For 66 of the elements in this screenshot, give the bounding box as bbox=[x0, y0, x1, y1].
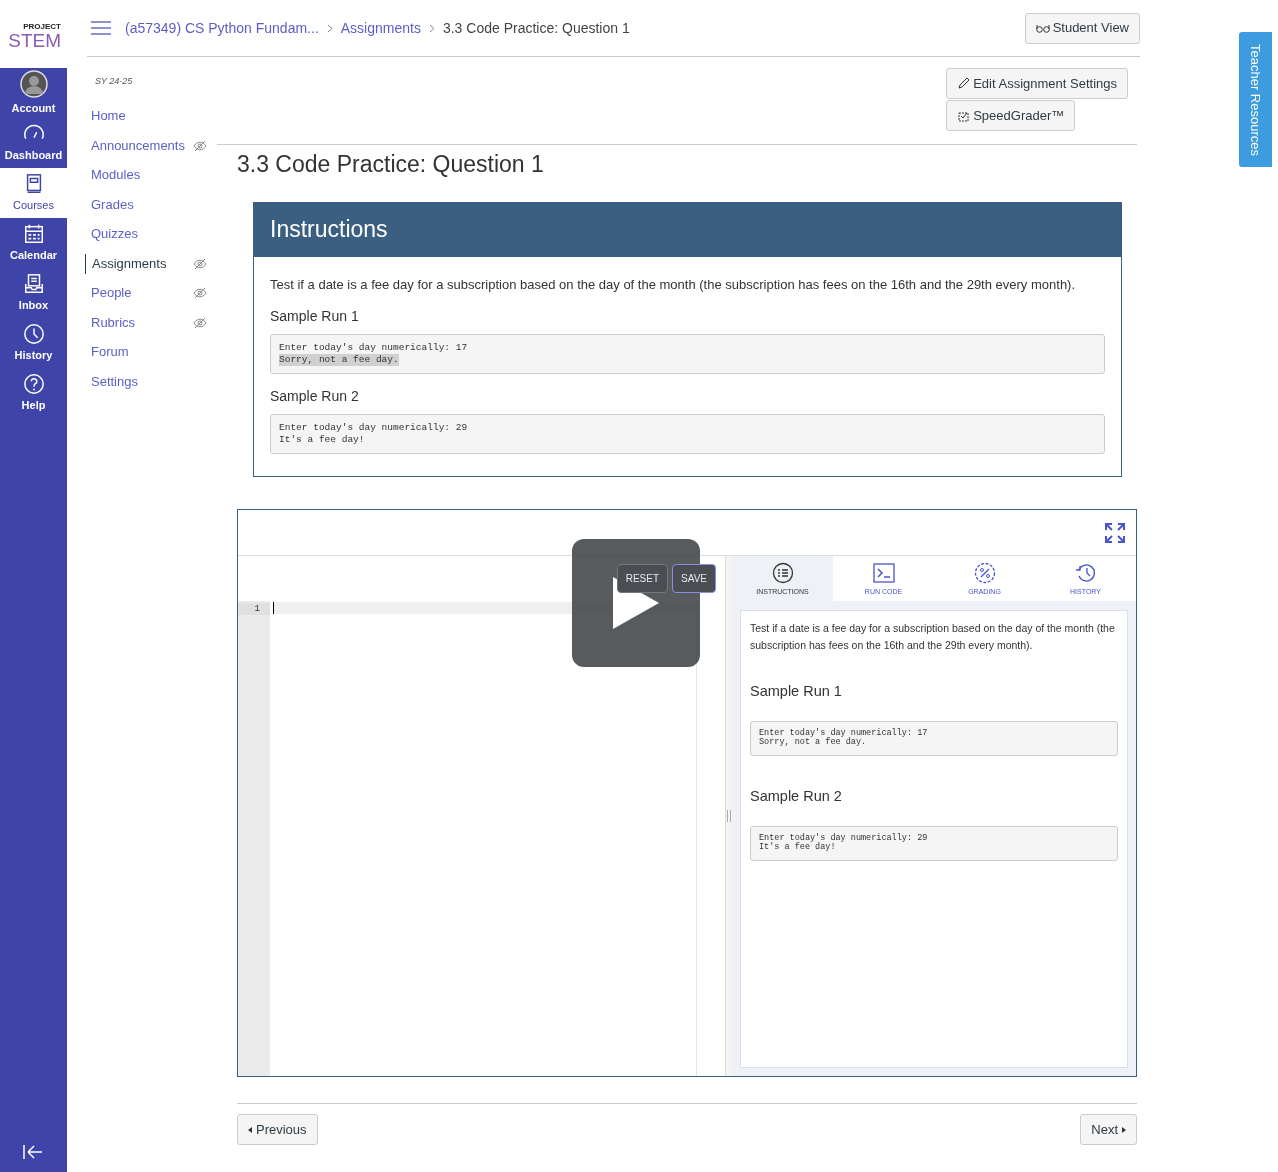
instructions-heading: Instructions bbox=[254, 202, 1121, 257]
course-nav-link[interactable]: Home bbox=[85, 106, 126, 127]
chevron-icon bbox=[428, 23, 435, 33]
terminal-icon bbox=[872, 562, 895, 584]
breadcrumb-link[interactable]: Assignments bbox=[340, 17, 421, 39]
percent-badge-icon bbox=[973, 562, 996, 584]
caret-right-icon bbox=[1122, 1126, 1126, 1133]
chevron-icon bbox=[326, 23, 333, 33]
output-line: It's a fee day! bbox=[759, 843, 836, 853]
clock-icon bbox=[22, 322, 45, 345]
sample-run-heading: Sample Run 1 bbox=[270, 307, 360, 326]
student-view-button[interactable]: Student View bbox=[1024, 12, 1140, 44]
output-line: Enter today's day numerically: 17 bbox=[279, 342, 468, 354]
history-icon bbox=[1074, 562, 1097, 584]
pencil-icon bbox=[957, 77, 971, 90]
course-nav-link[interactable]: Rubrics bbox=[85, 312, 136, 333]
course-nav-link[interactable]: Forum bbox=[85, 342, 129, 363]
resize-handle[interactable] bbox=[727, 810, 731, 822]
glasses-icon bbox=[1035, 23, 1050, 33]
reset-button[interactable]: RESET bbox=[616, 564, 669, 593]
output-line: It's a fee day! bbox=[279, 434, 365, 446]
edit-settings-button[interactable]: Edit Assignment Settings bbox=[946, 68, 1128, 99]
logo-text: PROJECT bbox=[23, 22, 61, 31]
checklist-icon bbox=[771, 562, 794, 584]
nav-item[interactable]: History bbox=[0, 318, 67, 368]
instructions-text: Test if a date is a fee day for a subscription based on the day of the month (the subscription has fees on the 16th and the 29th every month). bbox=[270, 275, 1077, 294]
course-nav-link[interactable]: Settings bbox=[85, 371, 138, 392]
grader-icon bbox=[957, 109, 971, 122]
calendar-icon bbox=[22, 222, 45, 245]
output-line: Sorry, not a fee day. bbox=[759, 738, 867, 748]
save-button[interactable]: SAVE bbox=[672, 564, 716, 593]
menu-icon[interactable] bbox=[91, 20, 111, 36]
logo-text: STEM bbox=[8, 30, 61, 50]
output-line: Enter today's day numerically: 29 bbox=[759, 833, 928, 843]
previous-button[interactable]: Previous bbox=[237, 1114, 318, 1145]
sample-run-heading: Sample Run 1 bbox=[750, 682, 843, 701]
speedgrader-button[interactable]: SpeedGrader™ bbox=[946, 100, 1076, 131]
page-title: 3.3 Code Practice: Question 1 bbox=[237, 150, 545, 179]
course-nav-link[interactable]: Grades bbox=[85, 194, 134, 215]
output-line: Enter today's day numerically: 29 bbox=[279, 422, 468, 434]
instructions-text: Test if a date is a fee day for a subscription based on the day of the month (the subscription has fees on the 16th and the 29th every month). bbox=[750, 621, 1116, 653]
nav-item[interactable]: Account bbox=[0, 68, 67, 118]
course-nav-link[interactable]: People bbox=[85, 283, 132, 304]
line-number: 1 bbox=[238, 603, 270, 615]
help-icon bbox=[22, 372, 45, 395]
nav-item[interactable]: Dashboard bbox=[0, 118, 67, 168]
avatar-icon bbox=[19, 69, 48, 98]
expand-icon[interactable] bbox=[1104, 521, 1126, 544]
caret-left-icon bbox=[248, 1126, 252, 1133]
next-button[interactable]: Next bbox=[1080, 1114, 1137, 1145]
breadcrumb-link[interactable]: (a57349) CS Python Fundam... bbox=[125, 17, 319, 39]
collapse-nav-icon[interactable] bbox=[23, 1144, 43, 1160]
sample-run-heading: Sample Run 2 bbox=[270, 387, 360, 406]
nav-item[interactable]: Inbox bbox=[0, 268, 67, 318]
course-nav-link[interactable]: Announcements bbox=[85, 135, 185, 156]
nav-item[interactable]: Calendar bbox=[0, 218, 67, 268]
output-line: Enter today's day numerically: 17 bbox=[759, 728, 928, 738]
term-label: SY 24-25 bbox=[95, 75, 134, 88]
course-nav-link[interactable]: Modules bbox=[85, 165, 141, 186]
breadcrumb-current: 3.3 Code Practice: Question 1 bbox=[442, 18, 630, 38]
inbox-icon bbox=[22, 272, 45, 295]
nav-item[interactable]: Courses bbox=[0, 168, 67, 218]
course-nav-link[interactable]: Assignments bbox=[85, 253, 167, 274]
nav-item[interactable]: Help bbox=[0, 368, 67, 418]
course-nav-link[interactable]: Quizzes bbox=[85, 224, 138, 245]
sample-run-heading: Sample Run 2 bbox=[750, 786, 843, 806]
